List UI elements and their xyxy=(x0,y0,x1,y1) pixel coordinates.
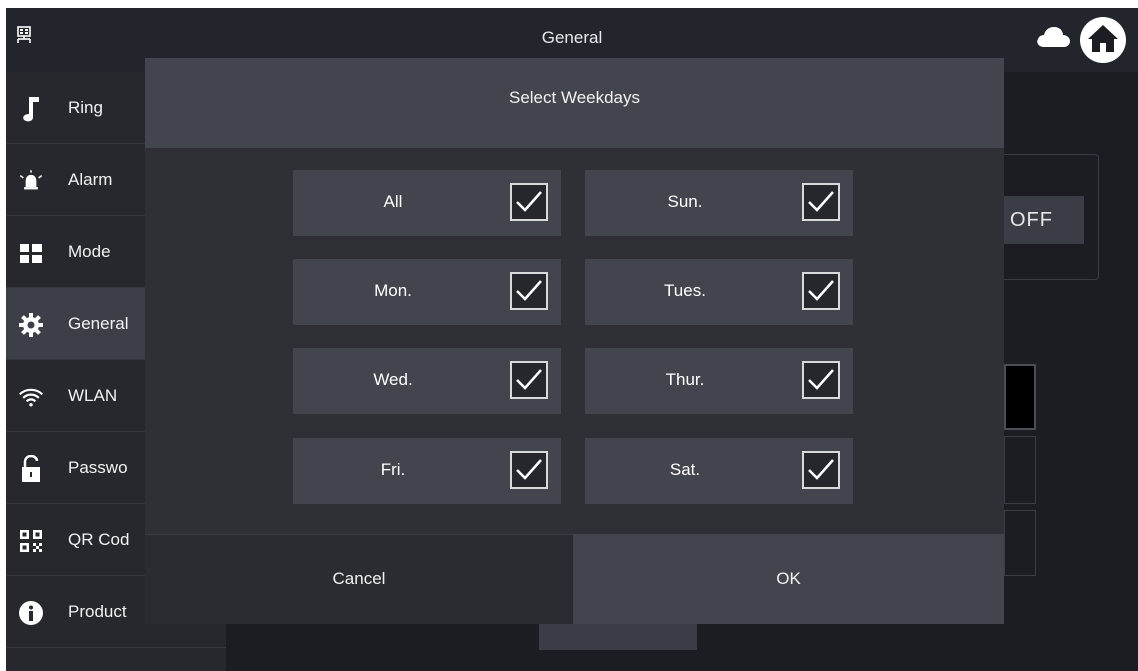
music-note-icon xyxy=(18,96,44,122)
day-label: Fri. xyxy=(380,460,406,479)
ok-button[interactable]: OK xyxy=(573,534,1004,624)
day-label: Thur. xyxy=(665,370,705,389)
sidebar-item-label: Passwo xyxy=(68,458,128,477)
day-label: All xyxy=(383,192,403,211)
checkmark-icon xyxy=(808,191,834,212)
day-option-all[interactable]: All xyxy=(293,170,561,236)
day-option-thur[interactable]: Thur. xyxy=(585,348,853,414)
checkbox-checked[interactable] xyxy=(802,183,840,221)
checkbox-checked[interactable] xyxy=(510,272,548,310)
page-title: General xyxy=(541,28,603,47)
sidebar-item-label: Mode xyxy=(68,242,111,261)
home-button[interactable] xyxy=(1080,17,1126,63)
day-option-tues[interactable]: Tues. xyxy=(585,259,853,325)
device-screen: General Ring Alarm Mode General WLAN Pas… xyxy=(6,8,1138,671)
checkmark-icon xyxy=(516,280,542,301)
checkbox-checked[interactable] xyxy=(510,451,548,489)
day-option-sun[interactable]: Sun. xyxy=(585,170,853,236)
grid-icon xyxy=(18,240,44,266)
checkbox-checked[interactable] xyxy=(802,451,840,489)
day-option-fri[interactable]: Fri. xyxy=(293,438,561,504)
background-field[interactable] xyxy=(1004,436,1036,504)
background-button[interactable] xyxy=(539,624,697,650)
checkbox-checked[interactable] xyxy=(510,183,548,221)
day-label: Sun. xyxy=(667,192,703,211)
lock-icon xyxy=(18,455,44,482)
cancel-button[interactable]: Cancel xyxy=(145,534,573,624)
checkbox-checked[interactable] xyxy=(802,361,840,399)
checkmark-icon xyxy=(516,369,542,390)
dialog-header: Select Weekdays xyxy=(145,58,1004,148)
select-weekdays-dialog: Select Weekdays All Sun. Mon. Tues. Wed.… xyxy=(145,58,1004,624)
checkmark-icon xyxy=(808,369,834,390)
sidebar-item-label: QR Cod xyxy=(68,530,130,549)
sidebar-item-label: General xyxy=(68,314,129,333)
cloud-icon[interactable] xyxy=(1035,25,1071,49)
checkmark-icon xyxy=(516,191,542,212)
checkmark-icon xyxy=(808,459,834,480)
qr-code-icon xyxy=(18,528,44,554)
day-option-wed[interactable]: Wed. xyxy=(293,348,561,414)
day-label: Wed. xyxy=(373,370,413,389)
day-option-sat[interactable]: Sat. xyxy=(585,438,853,504)
off-toggle[interactable]: OFF xyxy=(1004,196,1084,244)
checkbox-checked[interactable] xyxy=(510,361,548,399)
checkmark-icon xyxy=(516,459,542,480)
sidebar-item-label: Alarm xyxy=(68,170,113,189)
sidebar-item-label: WLAN xyxy=(68,386,118,405)
gear-icon xyxy=(18,312,44,338)
home-icon xyxy=(1087,23,1119,58)
wifi-icon xyxy=(18,384,44,410)
sidebar-item-label: Product xyxy=(68,602,127,621)
info-icon xyxy=(18,600,44,626)
day-label: Mon. xyxy=(374,281,412,300)
day-option-mon[interactable]: Mon. xyxy=(293,259,561,325)
day-label: Sat. xyxy=(669,460,701,479)
checkmark-icon xyxy=(808,280,834,301)
dialog-title: Select Weekdays xyxy=(508,88,641,107)
siren-icon xyxy=(18,168,44,194)
day-label: Tues. xyxy=(664,281,706,300)
background-field[interactable] xyxy=(1004,510,1036,576)
sidebar-item-label: Ring xyxy=(68,98,103,117)
background-input-field[interactable] xyxy=(1004,364,1036,430)
checkbox-checked[interactable] xyxy=(802,272,840,310)
